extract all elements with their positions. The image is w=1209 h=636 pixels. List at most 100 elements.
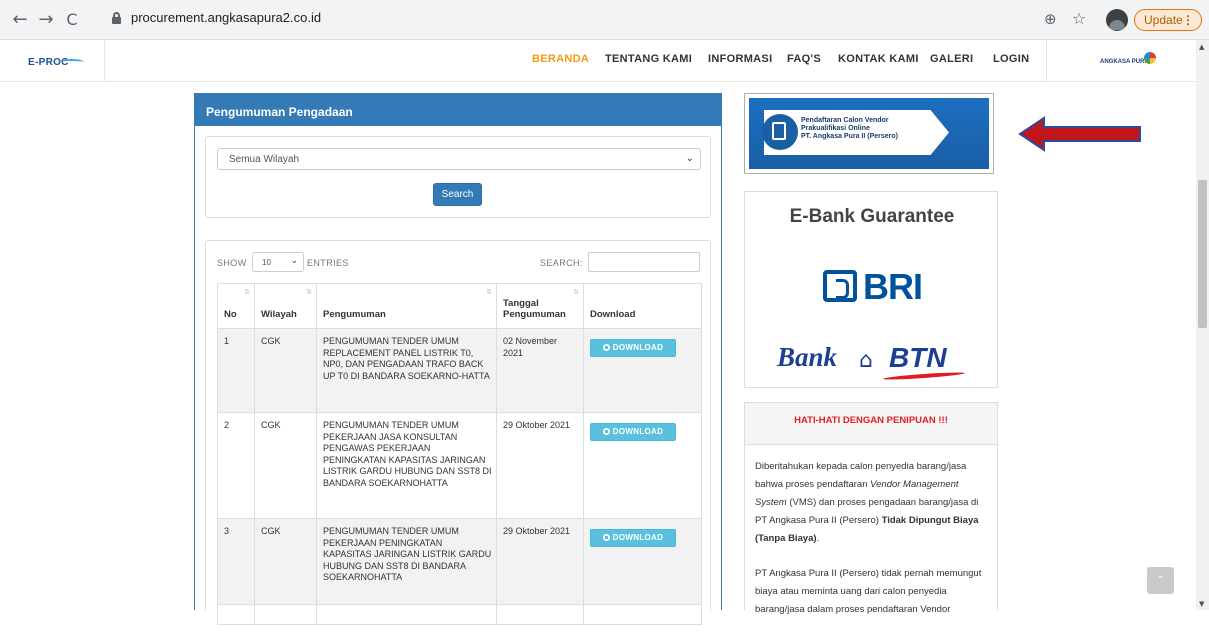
region-select[interactable]: Semua Wilayah ⌄ — [217, 148, 701, 170]
profile-avatar[interactable] — [1106, 9, 1128, 31]
nav-tentang-kami[interactable]: TENTANG KAMI — [605, 53, 692, 65]
entries-length-value: 10 — [262, 258, 271, 267]
region-select-value: Semua Wilayah — [229, 154, 300, 165]
lock-icon — [112, 12, 121, 24]
sort-icon: ⇅ — [486, 288, 492, 296]
warning-paragraph: PT Angkasa Pura II (Persero) tidak perna… — [755, 568, 982, 615]
bookmark-star-icon[interactable]: ☆ — [1072, 9, 1086, 28]
update-button[interactable]: Update ⋮ — [1134, 9, 1202, 31]
header-divider — [1046, 40, 1047, 82]
chevron-down-icon: ⌄ — [685, 153, 694, 164]
search-button[interactable]: Search — [433, 183, 482, 206]
column-header-pengumuman[interactable]: ⇅ Pengumuman — [316, 283, 497, 329]
bri-logo[interactable]: BRI — [823, 266, 923, 308]
cell-wilayah: CGK — [254, 328, 317, 413]
chevron-up-icon: ⌃ — [1156, 575, 1165, 586]
column-header-download: Download — [583, 283, 702, 329]
column-header-tanggal[interactable]: ⇅ Tanggal Pengumuman — [496, 283, 584, 329]
sort-icon: ⇅ — [573, 288, 579, 296]
vendor-registration-banner[interactable]: Pendaftaran Calon Vendor Prakualifikasi … — [744, 93, 994, 174]
table-search-label: SEARCH: — [540, 258, 583, 268]
cell-pengumuman: PENGUMUMAN TENDER UMUM PEKERJAAN JASA KO… — [316, 412, 497, 519]
header-divider — [104, 40, 105, 82]
nav-beranda[interactable]: BERANDA — [532, 53, 589, 65]
announcement-panel: Pengumuman Pengadaan Semua Wilayah ⌄ Sea… — [194, 93, 722, 625]
plane-swoosh-icon — [58, 59, 84, 65]
globe-icon — [1144, 52, 1156, 64]
cell-wilayah: CGK — [254, 518, 317, 605]
cell-tanggal: 02 November 2021 — [496, 328, 584, 413]
warning-body: Diberitahukan kepada calon penyedia bara… — [755, 458, 991, 636]
filter-box: Semua Wilayah ⌄ Search — [205, 136, 711, 218]
kebab-menu-icon: ⋮ — [1182, 13, 1194, 27]
scroll-down-icon[interactable]: ▼ — [1199, 600, 1204, 608]
download-icon — [602, 534, 610, 541]
eproc-logo[interactable]: E-PROC — [28, 52, 88, 68]
entries-length-select[interactable]: 10 ⌄ — [252, 252, 304, 272]
download-icon — [602, 344, 610, 351]
entries-label: ENTRIES — [307, 258, 349, 268]
download-button[interactable]: DOWNLOAD — [590, 339, 676, 357]
download-icon — [602, 428, 610, 435]
warning-paragraph: Diberitahukan kepada calon penyedia bara… — [755, 461, 979, 544]
ebank-guarantee-card: E-Bank Guarantee BRI Bank ⌂ BTN — [744, 191, 998, 388]
cell-no: 3 — [217, 518, 255, 605]
browser-toolbar: ← → C procurement.angkasapura2.co.id ⊕ ☆… — [0, 0, 1209, 40]
sort-icon: ⇅ — [306, 288, 312, 296]
nav-kontak-kami[interactable]: KONTAK KAMI — [838, 53, 919, 65]
cell-pengumuman: PENGUMUMAN TENDER UMUM PEKERJAAN PENINGK… — [316, 518, 497, 605]
forward-arrow-icon[interactable]: → — [34, 8, 58, 32]
table-row: 2 CGK PENGUMUMAN TENDER UMUM PEKERJAAN J… — [217, 412, 702, 519]
download-button[interactable]: DOWNLOAD — [590, 529, 676, 547]
btn-logo-text-bank: Bank — [777, 342, 838, 372]
chevron-down-icon: ⌄ — [290, 256, 298, 266]
back-arrow-icon[interactable]: ← — [8, 8, 32, 32]
table-row — [217, 604, 702, 625]
cell-download: DOWNLOAD — [583, 518, 702, 605]
cell-download: DOWNLOAD — [583, 328, 702, 413]
bri-mark-icon — [823, 270, 857, 302]
angkasa-pura-logo[interactable]: ANGKASA PURA II — [1100, 52, 1160, 70]
house-icon: ⌂ — [859, 348, 873, 373]
column-header-no[interactable]: ⇅ No — [217, 283, 255, 329]
nav-galeri[interactable]: GALERI — [930, 53, 973, 65]
red-arrow-icon — [1018, 116, 1141, 152]
btn-logo-text-btn: BTN — [889, 342, 947, 373]
table-row: 3 CGK PENGUMUMAN TENDER UMUM PEKERJAAN P… — [217, 518, 702, 605]
ebank-title: E-Bank Guarantee — [789, 206, 955, 227]
vendor-banner-image: Pendaftaran Calon Vendor Prakualifikasi … — [749, 98, 989, 169]
show-label: SHOW — [217, 258, 247, 268]
announcement-table-box: SHOW 10 ⌄ ENTRIES SEARCH: ⇅ No ⇅ Wilayah ⇅… — [205, 240, 711, 625]
scrollbar-thumb[interactable] — [1198, 180, 1207, 328]
download-button[interactable]: DOWNLOAD — [590, 423, 676, 441]
cell-no: 1 — [217, 328, 255, 413]
clipboard-outline — [772, 122, 786, 140]
zoom-icon[interactable]: ⊕ — [1044, 10, 1057, 28]
warning-title: HATI-HATI DENGAN PENIPUAN !!! — [745, 403, 997, 445]
vendor-banner-text: Pendaftaran Calon Vendor Prakualifikasi … — [801, 117, 898, 140]
sort-icon: ⇅ — [244, 288, 250, 296]
nav-faqs[interactable]: FAQ'S — [787, 53, 821, 65]
fraud-warning-card: HATI-HATI DENGAN PENIPUAN !!! Diberitahu… — [744, 402, 998, 615]
cell-no: 2 — [217, 412, 255, 519]
column-header-wilayah[interactable]: ⇅ Wilayah — [254, 283, 317, 329]
site-header: E-PROC BERANDA TENTANG KAMI INFORMASI FA… — [0, 40, 1196, 82]
nav-informasi[interactable]: INFORMASI — [708, 53, 772, 65]
table-search-input[interactable] — [588, 252, 700, 272]
cell-tanggal: 29 Oktober 2021 — [496, 518, 584, 605]
bri-logo-text: BRI — [863, 266, 923, 307]
cell-wilayah: CGK — [254, 412, 317, 519]
announcement-table: ⇅ No ⇅ Wilayah ⇅ Pengumuman ⇅ Tanggal Pengumu… — [217, 283, 702, 625]
cell-tanggal: 29 Oktober 2021 — [496, 412, 584, 519]
scroll-up-icon[interactable]: ▲ — [1199, 43, 1204, 51]
url-text[interactable]: procurement.angkasapura2.co.id — [131, 10, 321, 25]
back-to-top-button[interactable]: ⌃ — [1147, 567, 1174, 594]
panel-title: Pengumuman Pengadaan — [195, 94, 721, 126]
cell-pengumuman: PENGUMUMAN TENDER UMUM REPLACEMENT PANEL… — [316, 328, 497, 413]
btn-logo[interactable]: Bank ⌂ BTN — [777, 342, 977, 382]
reload-icon[interactable]: C — [60, 8, 84, 32]
nav-login[interactable]: LOGIN — [993, 53, 1029, 65]
cell-download: DOWNLOAD — [583, 412, 702, 519]
table-row: 1 CGK PENGUMUMAN TENDER UMUM REPLACEMENT… — [217, 328, 702, 413]
update-label: Update — [1144, 13, 1183, 27]
